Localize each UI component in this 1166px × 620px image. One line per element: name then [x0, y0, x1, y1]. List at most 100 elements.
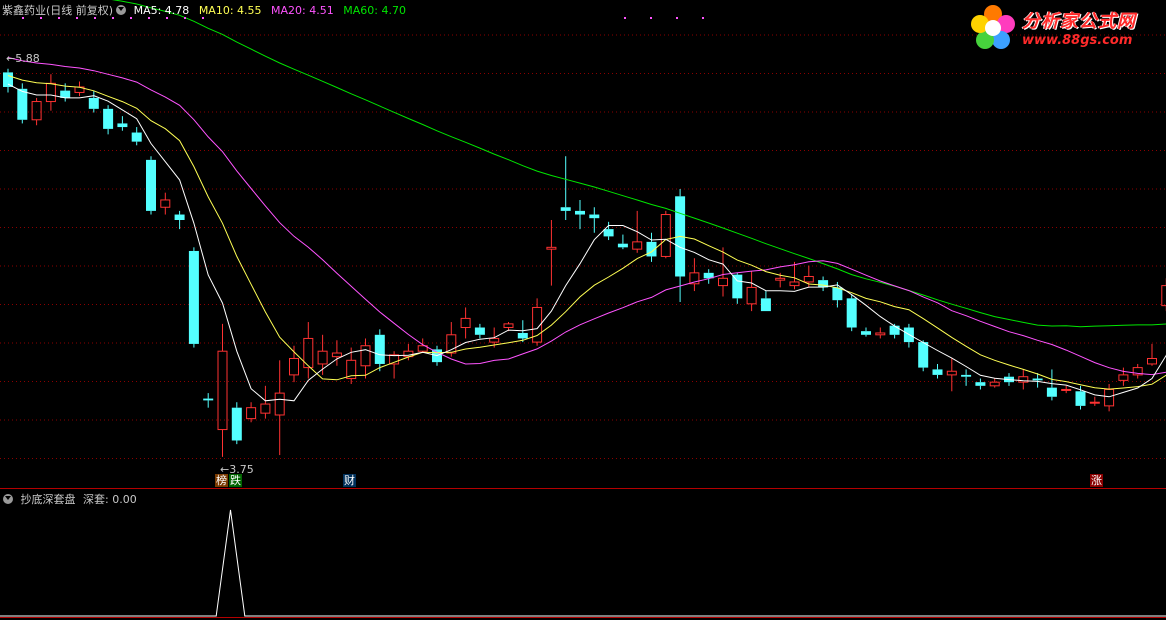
candle-body: [846, 298, 857, 328]
badge-cai[interactable]: 财: [343, 474, 356, 487]
candle-body: [946, 370, 957, 376]
candle-up: [1147, 343, 1157, 366]
badge-bang[interactable]: 榜: [215, 474, 228, 487]
candle-body: [374, 334, 385, 364]
candle-up: [217, 323, 228, 457]
candle-down: [203, 393, 214, 408]
dropdown-icon[interactable]: [116, 5, 127, 15]
candle-body: [246, 407, 257, 420]
indicator-dropdown-icon[interactable]: [3, 494, 13, 504]
candle-down: [617, 234, 628, 250]
candle-down: [760, 291, 771, 312]
candle-down: [589, 207, 600, 233]
candle-up: [417, 338, 428, 354]
candle-body: [932, 369, 943, 375]
candle-body: [131, 132, 142, 142]
candle-up: [460, 307, 471, 339]
candle-down: [846, 294, 857, 332]
candle-down: [603, 221, 614, 241]
candle-body: [217, 350, 228, 431]
indicator-header: 抄底深套盘 深套: 0.00: [3, 491, 137, 507]
candle-body: [1147, 357, 1157, 365]
candle-up: [45, 74, 56, 111]
candle-body: [975, 382, 986, 386]
marker-dot: [624, 17, 626, 19]
candle-up: [1104, 384, 1115, 412]
candle-body: [274, 392, 285, 416]
candle-down: [703, 269, 714, 284]
candle-body: [546, 246, 557, 250]
stock-title: 紫鑫药业(日线 前复权): [2, 4, 114, 17]
candle-body: [1104, 388, 1115, 407]
high-annotation: ←5.88: [6, 52, 40, 65]
candle-up: [718, 247, 728, 297]
candle-down: [903, 323, 914, 348]
candle-body: [17, 88, 28, 120]
ma5-label: MA5: 4.78: [133, 4, 190, 17]
marker-dot: [650, 17, 652, 19]
candle-down: [117, 116, 128, 131]
candle-body: [603, 229, 614, 237]
candle-body: [231, 407, 242, 441]
grid-lines: [0, 34, 1166, 459]
candle-down: [1046, 369, 1057, 401]
candle-up: [303, 322, 314, 379]
candle-body: [360, 345, 371, 367]
candle-down: [932, 363, 943, 379]
candle-body: [331, 352, 342, 358]
candle-body: [718, 277, 728, 287]
candle-down: [474, 323, 485, 339]
candle-up: [1018, 369, 1029, 390]
ma20-label: MA20: 4.51: [271, 4, 334, 17]
candle-body: [289, 357, 299, 376]
logo-url: www.88gs.com: [1022, 33, 1133, 48]
candle-down: [3, 68, 13, 93]
candle-down: [88, 90, 99, 113]
indicator-line: [0, 509, 1166, 617]
candle-down: [188, 247, 199, 348]
candle-body: [617, 243, 628, 248]
candle-body: [989, 381, 1000, 387]
badge-zhang[interactable]: 涨: [1090, 474, 1103, 487]
candle-down: [231, 402, 242, 445]
flower-logo-icon: [971, 5, 1015, 49]
candle-up: [1089, 396, 1100, 406]
candle-body: [503, 323, 514, 329]
candles: [3, 68, 1166, 457]
candle-body: [560, 207, 571, 211]
candle-up: [1161, 278, 1166, 312]
candle-up: [746, 271, 757, 312]
badge-die[interactable]: 跌: [229, 474, 242, 487]
candle-body: [789, 281, 800, 287]
candle-up: [546, 220, 557, 286]
candle-body: [775, 277, 786, 281]
site-logo: 分析家公式网 www.88gs.com: [966, 2, 1162, 54]
candle-down: [560, 156, 571, 220]
candle-body: [632, 241, 643, 250]
candle-down: [818, 276, 829, 292]
candle-up: [532, 298, 543, 346]
marker-dot: [702, 17, 704, 19]
candle-body: [446, 334, 457, 354]
marker-dot: [676, 17, 678, 19]
candle-body: [474, 327, 485, 335]
candle-body: [45, 82, 56, 103]
candle-down: [861, 327, 871, 337]
candle-body: [1118, 374, 1129, 381]
candle-body: [146, 159, 156, 211]
candle-up: [274, 360, 285, 456]
candle-body: [517, 332, 528, 339]
indicator-title: 抄底深套盘: [20, 493, 76, 506]
candle-body: [1061, 388, 1072, 391]
candle-body: [589, 214, 600, 219]
candle-body: [732, 274, 743, 299]
candle-up: [331, 340, 342, 366]
candlestick-chart[interactable]: ←5.88 ←3.75: [0, 0, 1166, 620]
candle-body: [188, 250, 199, 344]
candle-up: [346, 347, 357, 384]
candle-body: [317, 350, 328, 365]
candle-up: [660, 210, 671, 259]
candle-up: [946, 358, 957, 392]
ma10-line: [7, 75, 1166, 390]
candle-body: [203, 398, 214, 401]
